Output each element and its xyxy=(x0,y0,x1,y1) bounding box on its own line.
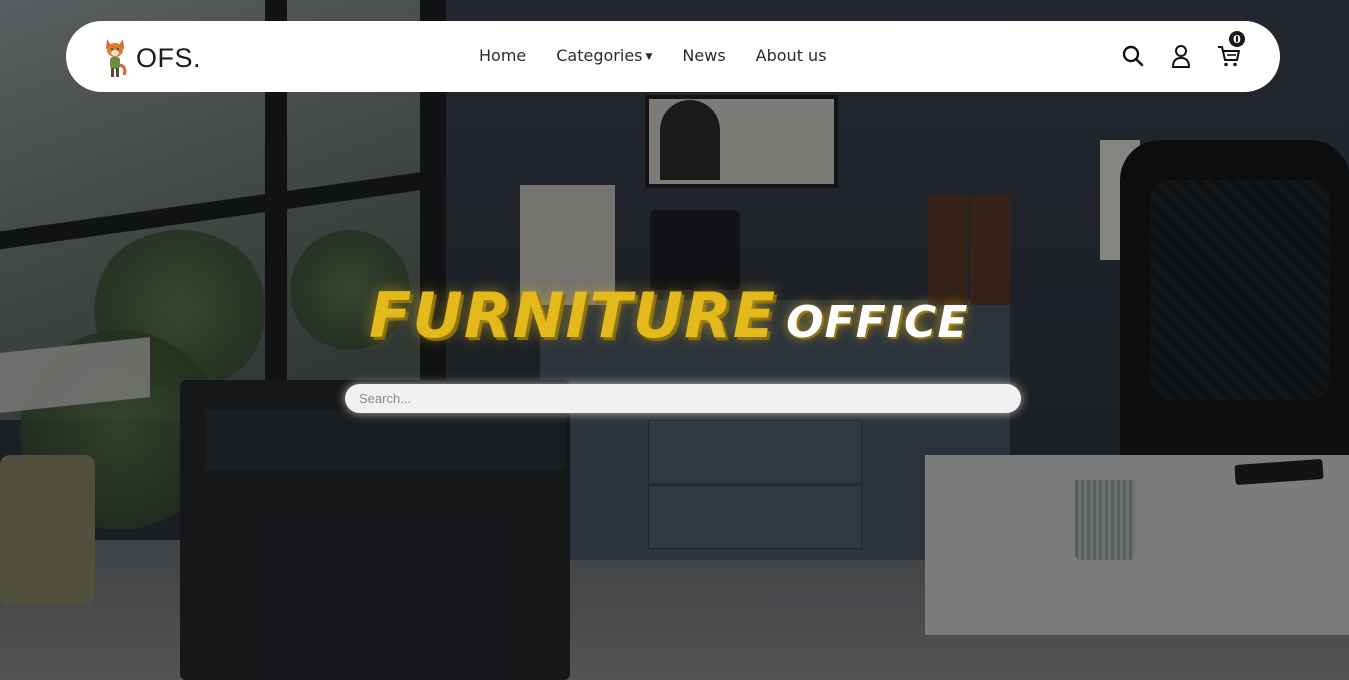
hero-title-furniture: FURNITURE xyxy=(369,279,777,352)
nav-item-about-us[interactable]: About us xyxy=(756,46,827,65)
hero-title: FURNITURE OFFICE xyxy=(369,279,1069,359)
fox-logo-icon xyxy=(102,37,128,79)
cart-count-badge: 0 xyxy=(1229,31,1245,47)
brand[interactable]: OFS. xyxy=(102,38,201,78)
main-nav: Home Categories ▼ News About us xyxy=(479,46,857,65)
caret-down-icon: ▼ xyxy=(645,52,653,62)
navbar: OFS. Home Categories ▼ News About us 0 xyxy=(66,21,1280,92)
hero-title-office: OFFICE xyxy=(786,297,969,348)
header-icons: 0 xyxy=(1098,31,1245,69)
search-icon[interactable] xyxy=(1120,43,1146,69)
nav-item-categories[interactable]: Categories ▼ xyxy=(556,46,652,65)
user-icon[interactable] xyxy=(1168,43,1194,69)
brand-name: OFS. xyxy=(136,42,202,73)
cart-icon[interactable]: 0 xyxy=(1216,31,1245,69)
hero-search-input[interactable] xyxy=(345,384,1021,413)
nav-item-home[interactable]: Home xyxy=(479,46,526,65)
nav-item-news[interactable]: News xyxy=(682,46,725,65)
nav-item-categories-label: Categories xyxy=(556,46,643,65)
